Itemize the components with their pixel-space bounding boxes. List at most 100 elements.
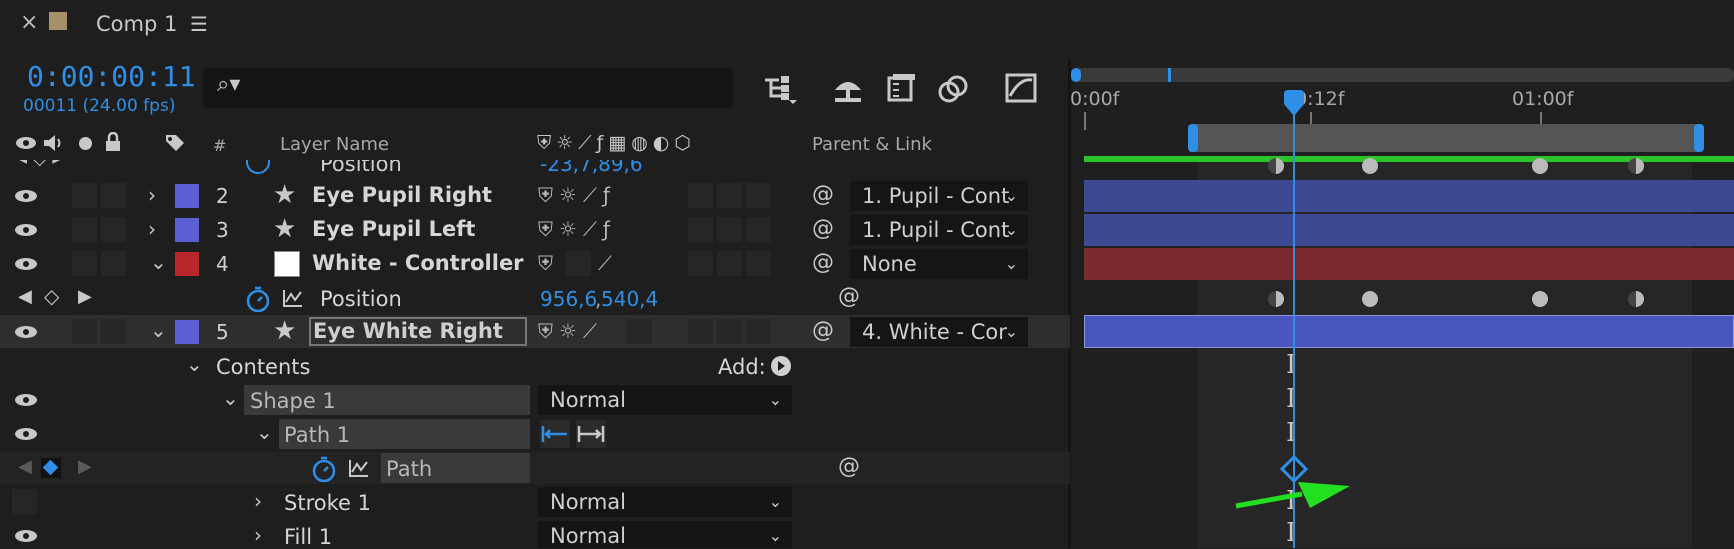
current-timecode[interactable]: 0:00:00:11: [27, 60, 196, 93]
switch-slot[interactable]: [688, 319, 713, 344]
work-area-end-handle[interactable]: [1694, 124, 1704, 152]
fill1-row[interactable]: › Fill 1 Normal ⌄: [0, 520, 1070, 549]
prev-keyframe-icon[interactable]: ◀: [18, 286, 32, 307]
switch-slot[interactable]: [688, 251, 713, 276]
expression-pickwhip-icon[interactable]: @: [838, 284, 860, 309]
audio-header-icon[interactable]: [42, 133, 64, 153]
visibility-eye-icon[interactable]: [14, 189, 38, 203]
layer-label-color[interactable]: [175, 184, 199, 208]
lock-toggle[interactable]: [101, 319, 126, 344]
lock-toggle[interactable]: [101, 183, 126, 208]
collapse-chevron-icon[interactable]: ⌄: [222, 388, 239, 408]
close-icon[interactable]: ×: [20, 10, 38, 35]
parent-pickwhip-icon[interactable]: @: [812, 250, 834, 275]
shape1-blend-dropdown[interactable]: Normal ⌄: [538, 385, 792, 415]
layer-switches[interactable]: ⛨☼⟋ƒ: [538, 217, 616, 241]
parent-pickwhip-icon[interactable]: @: [812, 182, 834, 207]
layer-bar-eye-pupil-left[interactable]: [1084, 214, 1734, 246]
collapse-chevron-icon[interactable]: ⌄: [256, 422, 273, 442]
solo-toggle[interactable]: [72, 319, 97, 344]
keyframe-hold-top[interactable]: [1628, 158, 1644, 174]
expand-chevron-icon[interactable]: ›: [254, 525, 262, 545]
parent-pickwhip-icon[interactable]: @: [812, 318, 834, 343]
switch-slot[interactable]: [717, 251, 742, 276]
search-box[interactable]: ⌕▾: [203, 68, 733, 108]
current-time-indicator-head[interactable]: [1282, 90, 1306, 118]
visibility-eye-icon[interactable]: [14, 223, 38, 237]
visibility-toggle-off[interactable]: [12, 489, 37, 514]
visibility-eye-icon[interactable]: [14, 257, 38, 271]
parent-dropdown[interactable]: None ⌄: [850, 249, 1028, 279]
switch-slot[interactable]: [746, 183, 771, 208]
stopwatch-icon[interactable]: [246, 160, 270, 174]
top-position-value[interactable]: -23,7,89,6: [540, 160, 643, 176]
layer-row-2[interactable]: › 2 ★ Eye Pupil Right ⛨☼⟋ƒ @ 1. Pupil - …: [0, 180, 1070, 212]
switch-slot[interactable]: [566, 251, 591, 276]
switch-slot[interactable]: [746, 319, 771, 344]
lock-toggle[interactable]: [101, 217, 126, 242]
lock-header-icon[interactable]: [104, 132, 122, 152]
layer-bar-eye-pupil-right[interactable]: [1084, 180, 1734, 212]
position-y-value[interactable]: 540,4: [601, 287, 658, 311]
collapse-chevron-icon[interactable]: ⌄: [186, 354, 203, 374]
graph-icon[interactable]: [282, 288, 304, 308]
parent-dropdown[interactable]: 4. White - Cor ⌄: [850, 317, 1028, 347]
graph-icon[interactable]: [348, 458, 370, 478]
path-direction-reverse-button[interactable]: [540, 420, 570, 448]
layer-label-color[interactable]: [175, 320, 199, 344]
fill1-blend-dropdown[interactable]: Normal ⌄: [538, 521, 792, 548]
contents-row[interactable]: ⌄ Contents Add:: [0, 350, 1070, 382]
position-property-row[interactable]: ◀ ◇ ▶ Position 956,6 , 540,4 @: [0, 282, 1070, 314]
parent-dropdown[interactable]: 1. Pupil - Cont ⌄: [850, 215, 1028, 245]
graph-editor-icon[interactable]: [1004, 72, 1038, 104]
search-input[interactable]: [263, 74, 707, 102]
parent-pickwhip-icon[interactable]: @: [812, 216, 834, 241]
prev-keyframe-icon[interactable]: ◀: [18, 456, 32, 477]
shy-layers-icon[interactable]: [831, 74, 865, 104]
stopwatch-icon[interactable]: [311, 456, 337, 482]
layer-row-4[interactable]: ⌄ 4 White - Controller ⛨ ⟋ @ None ⌄: [0, 248, 1070, 280]
switch-slot[interactable]: [717, 183, 742, 208]
time-navigator-bar[interactable]: [1074, 68, 1734, 82]
fill1-label[interactable]: Fill 1: [284, 525, 332, 549]
stroke1-label[interactable]: Stroke 1: [284, 491, 371, 515]
expression-pickwhip-icon[interactable]: @: [838, 454, 860, 479]
collapse-chevron-icon[interactable]: ⌄: [150, 320, 167, 340]
switch-slot[interactable]: [717, 217, 742, 242]
keyframe-top[interactable]: [1532, 158, 1548, 174]
expand-chevron-icon[interactable]: ›: [254, 491, 262, 511]
layer-name[interactable]: Eye White Right: [313, 319, 503, 343]
motion-blur-icon[interactable]: [937, 72, 971, 104]
visibility-eye-icon[interactable]: [14, 427, 38, 441]
stroke1-blend-dropdown[interactable]: Normal ⌄: [538, 487, 792, 517]
visibility-eye-icon[interactable]: [14, 325, 38, 339]
top-keyframe-nav[interactable]: ◂ ◇ ▸: [18, 160, 61, 169]
panel-menu-icon[interactable]: ☰: [190, 12, 208, 36]
next-keyframe-icon[interactable]: ▶: [78, 286, 92, 307]
path-direction-normal-button[interactable]: [576, 420, 606, 448]
position-keyframe-4[interactable]: [1628, 291, 1644, 307]
switch-slot[interactable]: [746, 217, 771, 242]
column-layer-name-header[interactable]: Layer Name: [280, 134, 389, 155]
shape1-label[interactable]: Shape 1: [250, 389, 336, 413]
solo-header-icon[interactable]: [79, 137, 92, 150]
path1-row[interactable]: ⌄ Path 1: [0, 418, 1070, 450]
expand-chevron-icon[interactable]: ›: [148, 219, 156, 239]
layer-switches[interactable]: ⛨☼⟋: [538, 319, 603, 343]
work-area-bar[interactable]: [1190, 124, 1702, 152]
time-navigator-start-handle[interactable]: [1071, 68, 1081, 82]
switch-slot[interactable]: [627, 319, 652, 344]
layer-switches[interactable]: ⛨☼⟋ƒ: [538, 183, 616, 207]
label-header-icon[interactable]: [164, 133, 186, 153]
layer-bar-eye-white-right[interactable]: [1084, 315, 1734, 348]
visibility-eye-icon[interactable]: [14, 529, 38, 543]
layer-bar-white-controller[interactable]: [1084, 248, 1734, 280]
stopwatch-icon[interactable]: [245, 286, 271, 312]
keyframe-hold-top[interactable]: [1268, 158, 1284, 174]
layer-name[interactable]: Eye Pupil Right: [312, 183, 492, 207]
lock-toggle[interactable]: [101, 251, 126, 276]
collapse-chevron-icon[interactable]: ⌄: [150, 252, 167, 272]
path-property-row[interactable]: ◀ ▶ Path @: [0, 452, 1070, 484]
layer-name[interactable]: White - Controller: [312, 251, 524, 275]
visibility-eye-icon[interactable]: [14, 393, 38, 407]
